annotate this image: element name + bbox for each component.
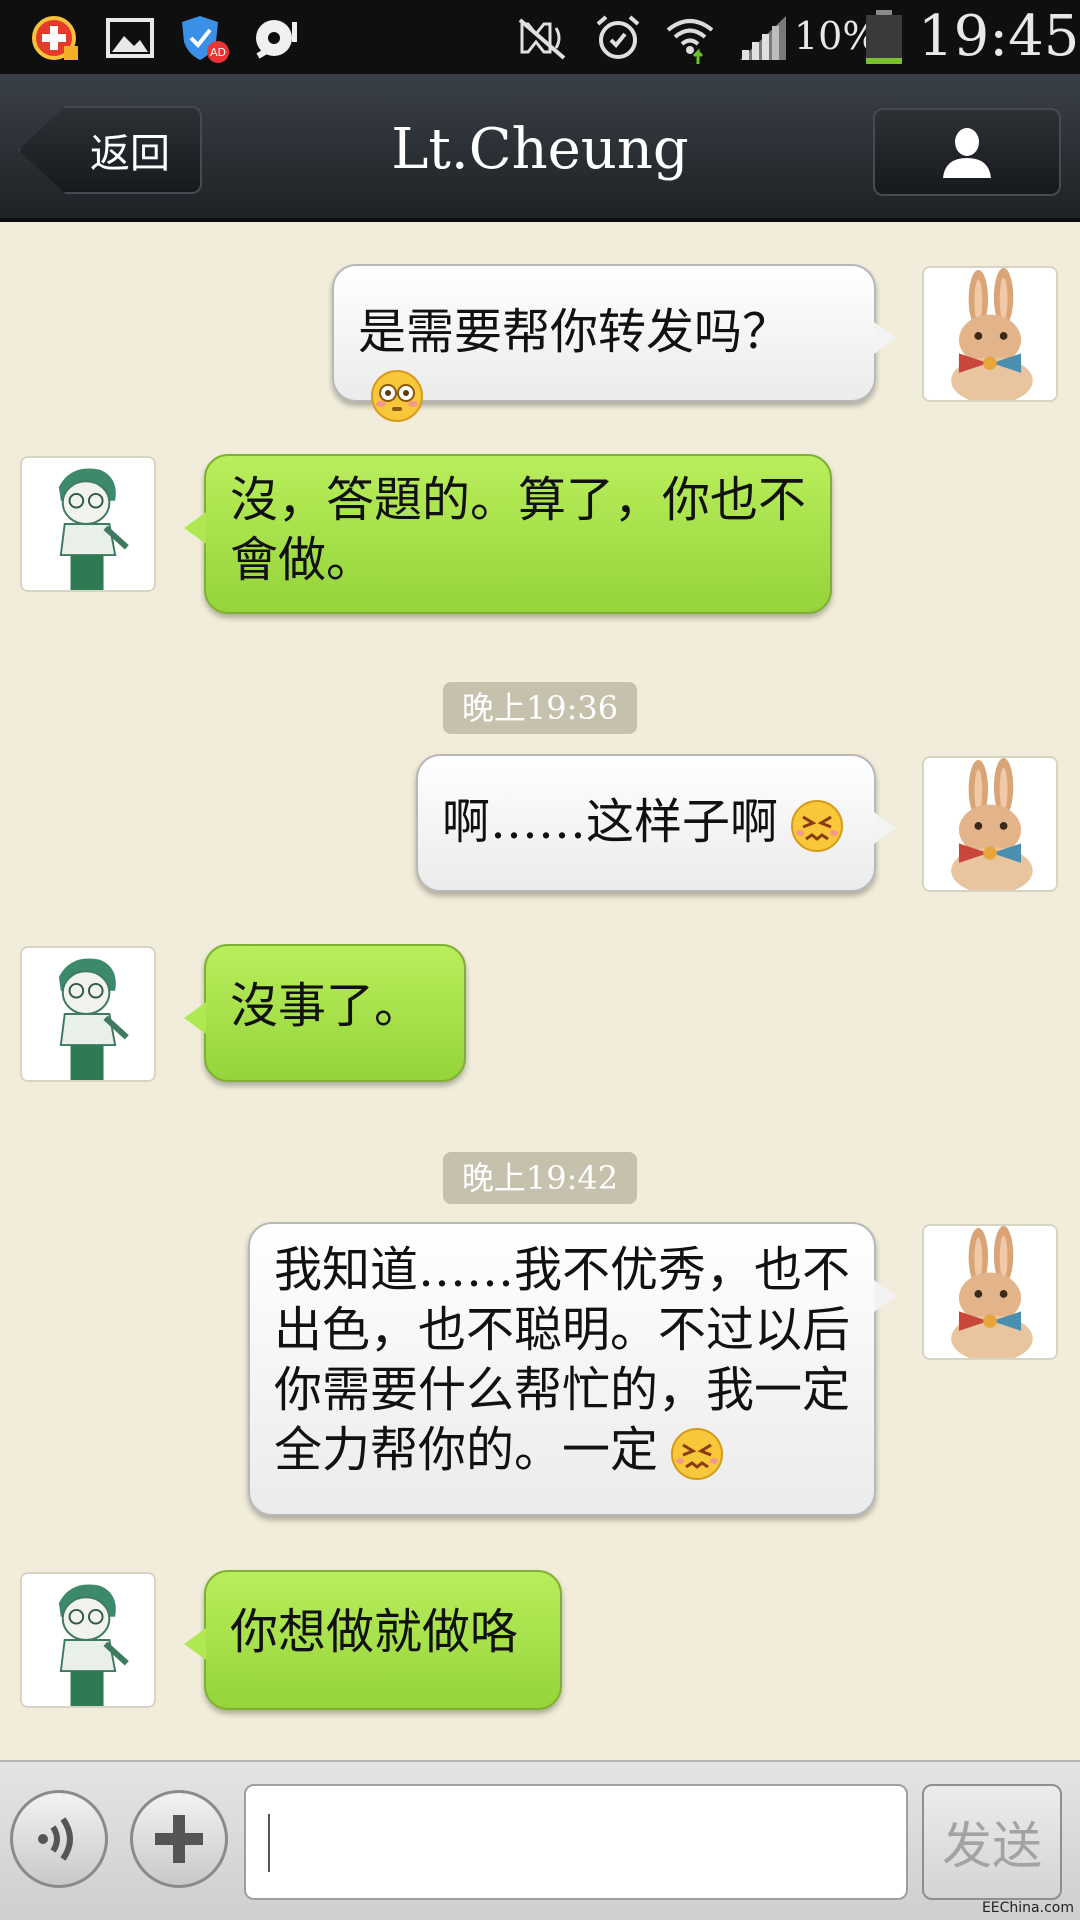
signal-icon (740, 16, 786, 60)
wifi-icon (666, 19, 714, 64)
text-caret (268, 1814, 270, 1872)
rabbit-avatar-icon (924, 268, 1056, 400)
message-text: 啊……这样子啊 (442, 794, 779, 850)
watermark: EEChina.com (981, 1900, 1074, 1916)
message-bubble-outgoing[interactable]: 我知道……我不优秀，也不出色，也不聪明。不过以后你需要什么帮忙的，我一定全力帮你… (248, 1222, 896, 1516)
profile-button[interactable] (873, 108, 1061, 196)
persevering-face-emoji-icon (671, 1427, 724, 1480)
message-text: 沒，答題的。算了，你也不會做。 (230, 472, 807, 588)
avatar-contact[interactable] (20, 1572, 156, 1708)
persevering-face-emoji-icon (791, 799, 844, 852)
message-bubble-incoming[interactable]: 沒，答題的。算了，你也不會做。 (184, 454, 832, 614)
more-button[interactable] (130, 1790, 228, 1888)
voice-icon (38, 1817, 73, 1861)
back-button[interactable]: 返回 (18, 106, 202, 194)
message-bubble-outgoing[interactable]: 啊……这样子啊 (416, 754, 896, 892)
message-input[interactable] (244, 1784, 908, 1900)
clock: 19:45 (918, 4, 1080, 69)
message-text: 是需要帮你转发吗？ (358, 304, 791, 360)
title-bar: 返回 Lt.Cheung (0, 74, 1080, 222)
input-bar: 发送 EEChina.com (0, 1760, 1080, 1920)
page-title: Lt.Cheung (391, 117, 689, 182)
rabbit-avatar-icon (924, 1226, 1056, 1358)
avatar-self[interactable] (922, 756, 1058, 892)
battery-icon (866, 10, 902, 64)
plus-icon (155, 1815, 203, 1863)
notification-icon (256, 20, 297, 59)
person-icon (943, 128, 991, 178)
avatar-contact[interactable] (20, 456, 156, 592)
status-bar: AD 10% 19:45 (0, 0, 1080, 74)
boy-avatar-icon (22, 1574, 154, 1706)
message-text: 沒事了。 (230, 978, 423, 1034)
alarm-icon (596, 15, 640, 59)
voice-button[interactable] (10, 1790, 108, 1888)
avatar-contact[interactable] (20, 946, 156, 1082)
boy-avatar-icon (22, 458, 154, 590)
boy-avatar-icon (22, 948, 154, 1080)
timestamp: 晚上19:42 (443, 1152, 637, 1204)
shield-ad-icon: AD (182, 16, 229, 63)
svg-text:AD: AD (210, 46, 226, 59)
avatar-self[interactable] (922, 266, 1058, 402)
message-text: 你想做就做咯 (230, 1604, 519, 1660)
chat-area[interactable]: 是需要帮你转发吗？ 沒，答題的。算了，你也不會做。 晚上19:36 啊……这样子… (0, 226, 1080, 1760)
timestamp: 晚上19:36 (443, 682, 637, 734)
plus-badge-icon (32, 16, 78, 60)
gallery-icon (106, 18, 154, 58)
back-button-label: 返回 (90, 131, 170, 177)
message-text: 我知道……我不优秀，也不出色，也不聪明。不过以后你需要什么帮忙的，我一定全力帮你… (274, 1242, 851, 1478)
send-button-label: 发送 (942, 1817, 1042, 1875)
send-button[interactable]: 发送 (922, 1784, 1062, 1900)
message-bubble-incoming[interactable]: 你想做就做咯 (184, 1570, 562, 1710)
mute-icon (518, 18, 566, 60)
rabbit-avatar-icon (924, 758, 1056, 890)
message-bubble-outgoing[interactable]: 是需要帮你转发吗？ (332, 264, 896, 422)
avatar-self[interactable] (922, 1224, 1058, 1360)
flushed-face-emoji-icon (371, 369, 423, 422)
message-bubble-incoming[interactable]: 沒事了。 (184, 944, 466, 1082)
